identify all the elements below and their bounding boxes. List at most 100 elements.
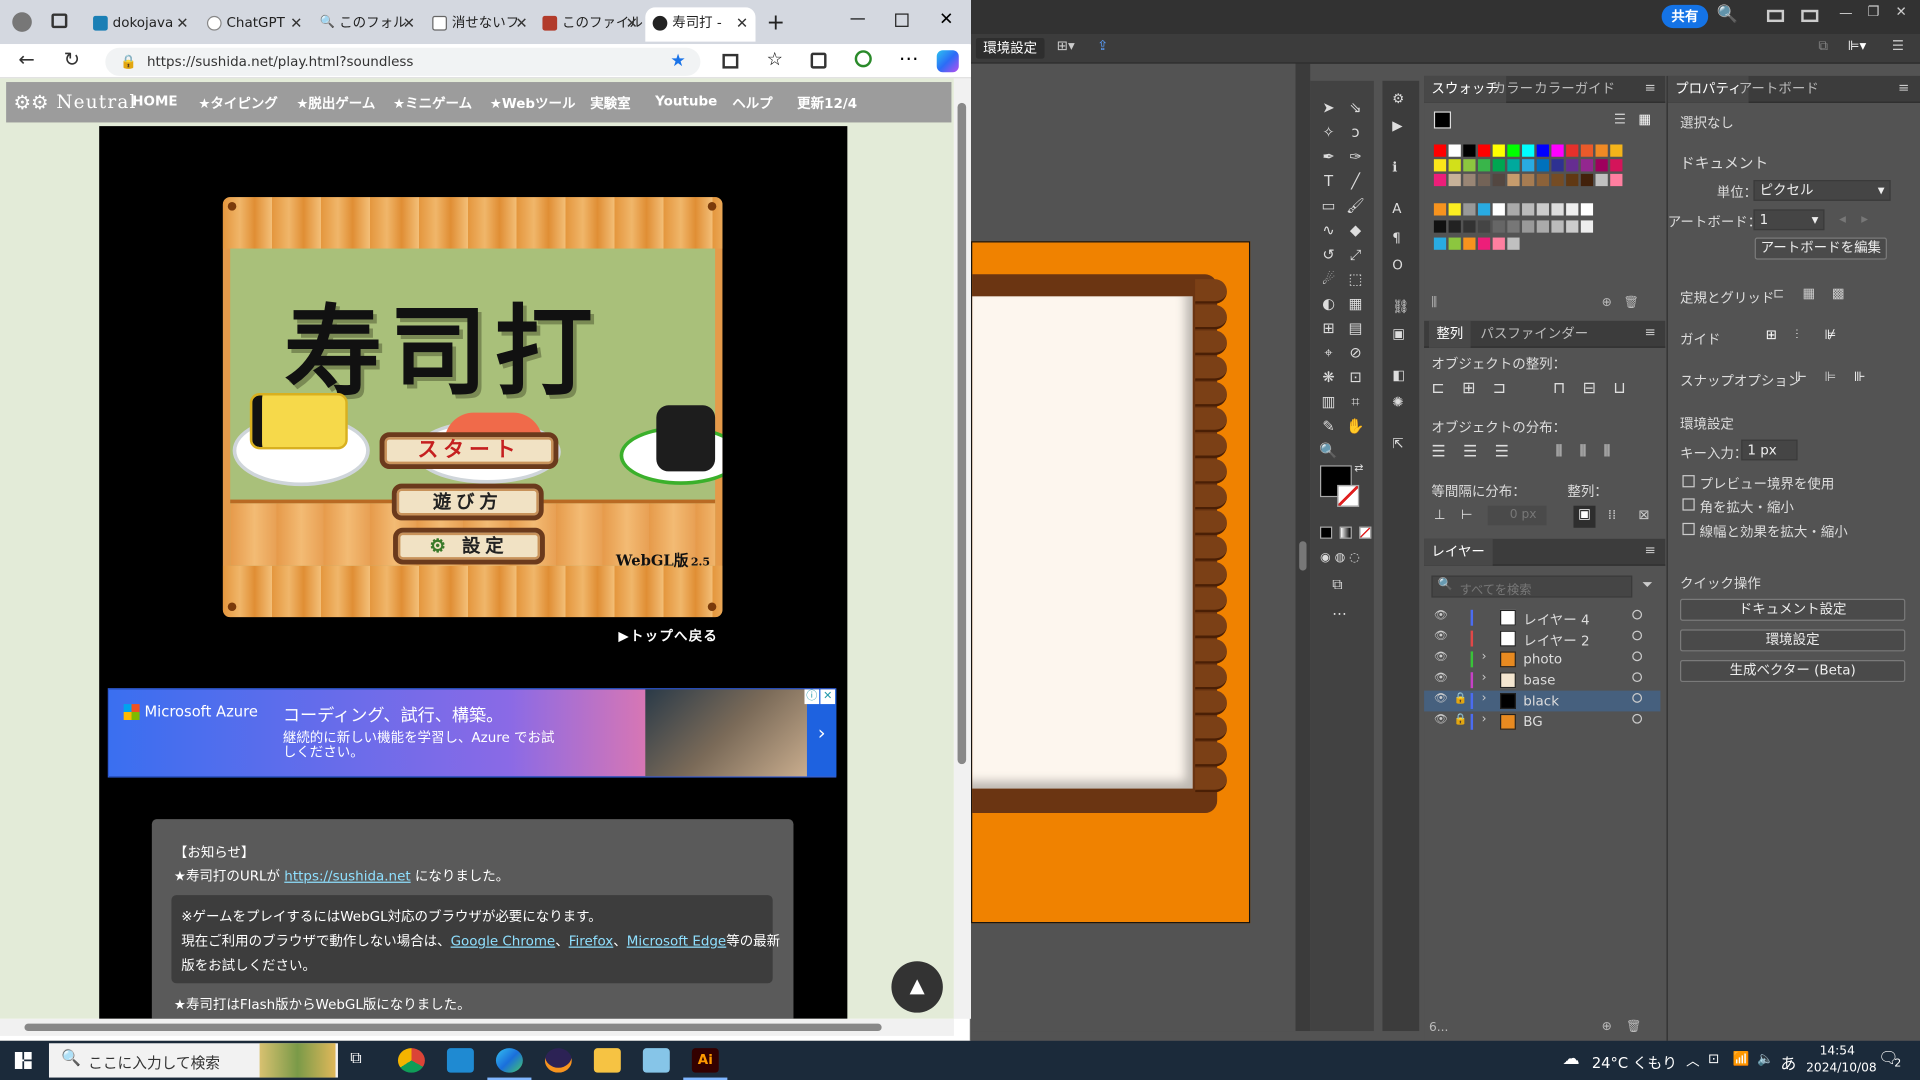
dist-top-icon[interactable]: ☰ (1431, 443, 1445, 461)
layer-row[interactable]: 👁 › base (1424, 670, 1660, 691)
chrome-icon[interactable] (397, 1048, 425, 1073)
hand-tool-icon[interactable]: ✋ (1344, 416, 1366, 436)
dist-left-icon[interactable]: ⫴ (1556, 443, 1563, 461)
ad-info-icon[interactable]: ⓘ (804, 689, 820, 705)
libraries-icon[interactable]: ▣ (1392, 326, 1405, 342)
search-icon[interactable]: 🔍 (1717, 5, 1738, 25)
lock-guides-icon[interactable]: ⫶ (1795, 327, 1798, 344)
swatch-chip[interactable] (1507, 159, 1520, 172)
swatch-chip[interactable] (1566, 203, 1579, 216)
swatch-chip[interactable] (1595, 144, 1608, 157)
close-window-icon[interactable]: ✕ (1896, 4, 1907, 20)
document-setup-button[interactable]: ドキュメント設定 (1680, 598, 1906, 621)
slice-tool-icon[interactable]: ⌗ (1344, 392, 1366, 412)
swatch-chip[interactable] (1610, 159, 1623, 172)
preferences-button[interactable]: 環境設定 (975, 37, 1045, 59)
swatch-library-icon[interactable]: ⫼ (1431, 296, 1437, 309)
dist-right-icon[interactable]: ⫴ (1604, 443, 1611, 461)
panel-menu-icon[interactable]: ≡ (1644, 542, 1655, 558)
weather-text[interactable]: 24°C くもり (1592, 1052, 1677, 1073)
horizontal-scrollbar[interactable] (0, 1018, 954, 1036)
mesh-tool-icon[interactable]: ⊞ (1318, 318, 1340, 338)
tab-chatgpt[interactable]: ChatGPT ✕ (200, 7, 310, 41)
illustrator-icon[interactable]: Ai (691, 1048, 719, 1073)
swatch-chip[interactable] (1580, 159, 1594, 172)
new-tab-button[interactable]: + (767, 10, 785, 36)
expand-chevron-icon[interactable]: › (1482, 671, 1487, 684)
align-menu-icon[interactable]: ⊞▾ (1057, 38, 1075, 54)
scroll-thumb[interactable] (957, 102, 967, 765)
close-tab-icon[interactable]: ✕ (515, 7, 527, 39)
layer-name[interactable]: レイヤー 2 (1523, 631, 1589, 651)
layer-target-icon[interactable] (1632, 651, 1643, 662)
swatch-chip[interactable] (1492, 144, 1505, 157)
shaper-tool-icon[interactable]: ∿ (1318, 220, 1340, 240)
swatch-chip[interactable] (1433, 237, 1447, 250)
firefox-link[interactable]: Firefox (569, 933, 614, 949)
selection-tool-icon[interactable]: ➤ (1318, 98, 1340, 118)
graph-tool-icon[interactable]: ▥ (1318, 392, 1340, 412)
spacing-v-icon[interactable]: ⊥ (1434, 507, 1446, 523)
swatch-chip[interactable] (1580, 203, 1594, 216)
snap-pixel-icon[interactable]: ⊫ (1824, 369, 1836, 385)
more-menu-icon[interactable]: ⋯ (899, 47, 919, 70)
grid-view-icon[interactable]: ▦ (1638, 111, 1651, 127)
artboard[interactable] (971, 241, 1251, 924)
split-screen-icon[interactable] (722, 53, 739, 69)
layer-row[interactable]: 👁 🔒 › black (1424, 690, 1661, 712)
site-logo[interactable]: Neutral (56, 91, 136, 113)
rectangle-tool-icon[interactable]: ▭ (1318, 196, 1340, 216)
tab-artboards[interactable]: アートボード (1731, 76, 1826, 103)
network-icon[interactable]: 📶 (1733, 1051, 1750, 1067)
swatch-chip[interactable] (1507, 220, 1520, 233)
artboard-canvas[interactable] (971, 63, 1296, 1032)
paintbrush-tool-icon[interactable]: 🖌 (1344, 196, 1366, 216)
edit-artboards-button[interactable]: アートボードを編集 (1754, 237, 1887, 260)
ime-indicator[interactable]: あ (1780, 1051, 1796, 1074)
edge-icon[interactable] (495, 1048, 523, 1073)
scroll-thumb[interactable] (1299, 541, 1307, 571)
back-to-top-link[interactable]: ▶トップへ戻る (618, 626, 718, 646)
filter-icon[interactable]: ⏷ (1642, 577, 1653, 594)
file-explorer-icon[interactable] (593, 1048, 621, 1073)
windows-start-icon[interactable] (14, 1051, 32, 1069)
align-top-icon[interactable]: ⊓ (1553, 380, 1565, 398)
artboard-tool-icon[interactable]: ⊡ (1344, 367, 1366, 387)
paragraph-icon[interactable]: ¶ (1392, 230, 1401, 246)
swatch-chip[interactable] (1566, 144, 1579, 157)
visibility-eye-icon[interactable]: 👁 (1434, 651, 1448, 663)
layer-row[interactable]: 👁 › photo (1424, 649, 1660, 670)
swatch-chip[interactable] (1448, 144, 1461, 157)
swatch-chip[interactable] (1536, 144, 1549, 157)
swatch-chip[interactable] (1492, 159, 1505, 172)
layer-target-icon[interactable] (1632, 609, 1643, 620)
lock-icon[interactable]: 🔒 (1453, 714, 1467, 726)
neutral-logo-icon[interactable]: ⚙⚙ (13, 91, 48, 114)
swatch-chip[interactable] (1522, 203, 1535, 216)
spacing-h-icon[interactable]: ⊢ (1461, 507, 1473, 523)
swatch-chip[interactable] (1477, 220, 1491, 233)
close-window-icon[interactable]: ✕ (939, 10, 953, 30)
nav-help[interactable]: ヘルプ (732, 93, 772, 113)
tab-folder-search[interactable]: 🔍 このフォル ✕ (312, 7, 422, 41)
type-tool-icon[interactable]: T (1318, 171, 1340, 191)
swatch-chip[interactable] (1492, 220, 1505, 233)
pen-tool-icon[interactable]: ✒ (1318, 147, 1340, 167)
swatch-chip[interactable] (1551, 159, 1564, 172)
swatch-chip[interactable] (1433, 159, 1447, 172)
tab-align[interactable]: 整列 (1428, 320, 1471, 348)
paper-artwork[interactable] (972, 296, 1193, 789)
assets-icon[interactable]: ⚙ (1392, 91, 1404, 107)
layer-target-icon[interactable] (1632, 672, 1643, 683)
swap-fill-stroke-icon[interactable]: ⇄ (1354, 463, 1363, 475)
swatch-chip[interactable] (1566, 159, 1579, 172)
minimize-icon[interactable]: — (1839, 5, 1852, 21)
tab-this-file[interactable]: このファイル ✕ (535, 7, 645, 41)
swatch-chip[interactable] (1448, 203, 1461, 216)
dist-h-center-icon[interactable]: ⫴ (1580, 443, 1587, 461)
swatch-chip[interactable] (1536, 159, 1549, 172)
align-to-selection-icon[interactable]: ▣ (1573, 505, 1596, 528)
layer-target-icon[interactable] (1632, 693, 1643, 703)
gradient-tool-icon[interactable]: ▤ (1344, 318, 1366, 338)
profile-icon[interactable] (12, 12, 32, 32)
